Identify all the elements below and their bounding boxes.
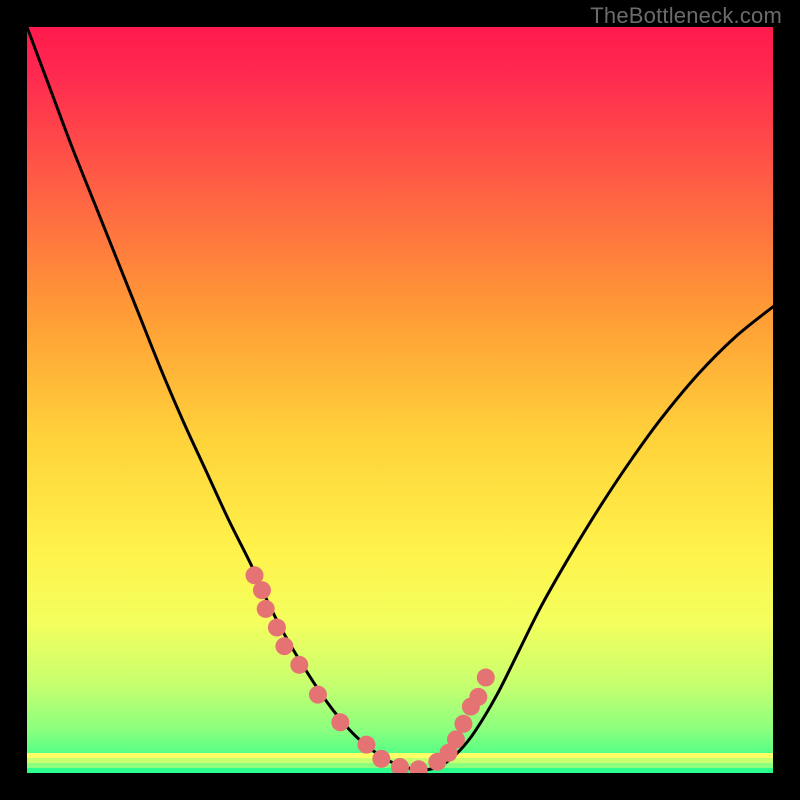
watermark-text: TheBottleneck.com [590, 3, 782, 29]
bottom-band [27, 753, 773, 759]
highlight-marker [309, 686, 327, 704]
plot-area [27, 27, 773, 773]
highlight-markers [246, 566, 495, 773]
highlight-marker [477, 669, 495, 687]
highlight-marker [268, 619, 286, 637]
highlight-marker [469, 688, 487, 706]
chart-svg [27, 27, 773, 773]
highlight-marker [257, 600, 275, 618]
bottleneck-curve [27, 27, 773, 770]
highlight-marker [357, 736, 375, 754]
highlight-marker [331, 713, 349, 731]
highlight-marker [447, 730, 465, 748]
highlight-marker [454, 715, 472, 733]
highlight-marker [372, 750, 390, 768]
chart-frame: TheBottleneck.com [0, 0, 800, 800]
highlight-marker [253, 581, 271, 599]
highlight-marker [290, 656, 308, 674]
highlight-marker [275, 637, 293, 655]
